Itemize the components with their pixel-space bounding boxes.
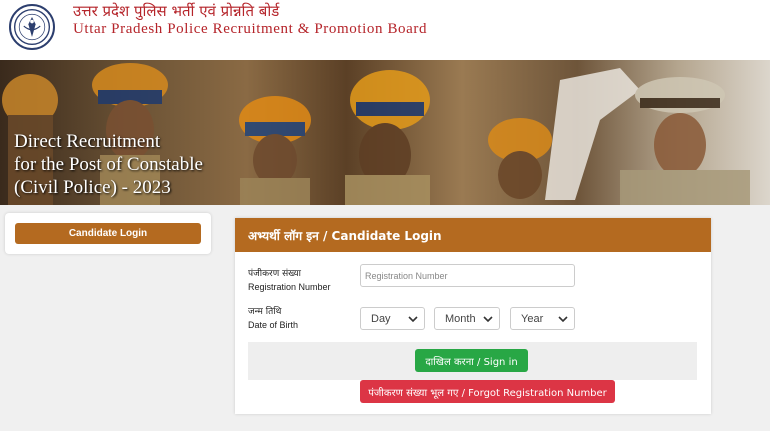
month-select[interactable]: Month — [434, 307, 500, 330]
registration-label-hindi: पंजीकरण संख्या — [248, 269, 301, 279]
login-card: अभ्यर्थी लॉग इन / Candidate Login पंजीकर… — [235, 218, 711, 414]
registration-number-input[interactable]: Registration Number — [360, 264, 575, 287]
hero-banner: Direct Recruitment for the Post of Const… — [0, 60, 770, 205]
chevron-down-icon — [483, 316, 493, 323]
emblem-icon[interactable] — [9, 4, 55, 50]
registration-label-english: Registration Number — [248, 282, 331, 292]
site-title-hindi: उत्तर प्रदेश पुलिस भर्ती एवं प्रोन्नति ब… — [73, 2, 280, 20]
login-card-header: अभ्यर्थी लॉग इन / Candidate Login — [235, 218, 711, 252]
year-select-value: Year — [521, 312, 544, 325]
chevron-down-icon — [408, 316, 418, 323]
dob-label-english: Date of Birth — [248, 320, 299, 330]
year-select[interactable]: Year — [510, 307, 575, 330]
site-title-english: Uttar Pradesh Police Recruitment & Promo… — [73, 21, 428, 37]
day-select-value: Day — [371, 312, 391, 325]
site-header: उत्तर प्रदेश पुलिस भर्ती एवं प्रोन्नति ब… — [0, 0, 770, 60]
banner-line-3: (Civil Police) - 2023 — [14, 177, 171, 198]
registration-label: पंजीकरण संख्या Registration Number — [248, 268, 331, 294]
sidebar-panel: Candidate Login — [5, 213, 211, 254]
banner-line-1: Direct Recruitment — [14, 131, 161, 152]
month-select-value: Month — [445, 312, 476, 325]
forgot-registration-button[interactable]: पंजीकरण संख्या भूल गए / Forgot Registrat… — [360, 380, 615, 403]
chevron-down-icon — [558, 316, 568, 323]
banner-line-2: for the Post of Constable — [14, 154, 203, 175]
banner-caption: Direct Recruitment for the Post of Const… — [14, 130, 203, 199]
dob-label: जन्म तिथि Date of Birth — [248, 306, 298, 332]
day-select[interactable]: Day — [360, 307, 425, 330]
sign-in-button[interactable]: दाखिल करना / Sign in — [415, 349, 528, 372]
dob-label-hindi: जन्म तिथि — [248, 307, 282, 317]
candidate-login-button[interactable]: Candidate Login — [15, 223, 201, 244]
